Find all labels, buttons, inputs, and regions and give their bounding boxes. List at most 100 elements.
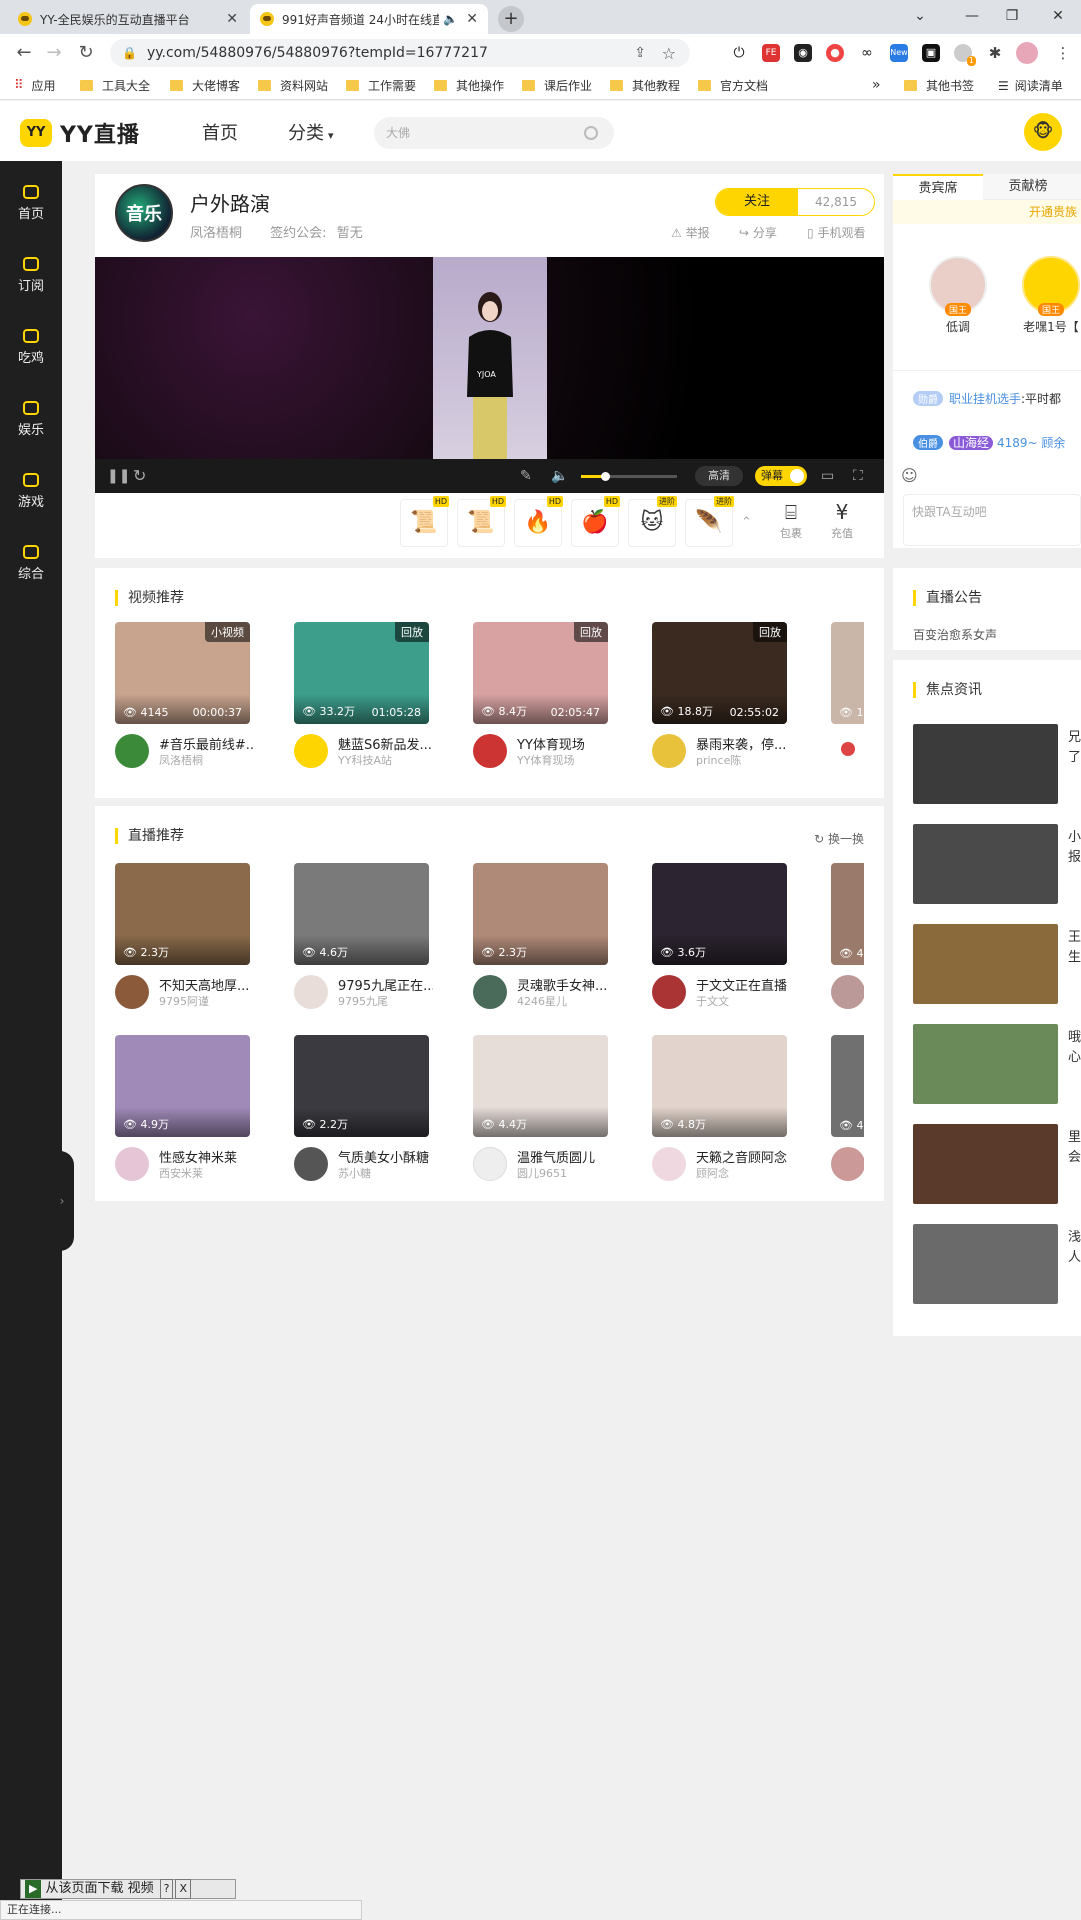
- profile-avatar[interactable]: [1016, 42, 1038, 64]
- live-card[interactable]: 👁 4.4万 温雅气质圆儿 圆儿9651: [473, 1035, 608, 1181]
- live-thumbnail[interactable]: 👁 3.6万: [652, 863, 787, 965]
- new-tab-button[interactable]: +: [498, 6, 524, 32]
- streamer-avatar[interactable]: [473, 975, 507, 1009]
- sidebar-item-subscribe[interactable]: 订阅: [0, 257, 62, 294]
- gift-item[interactable]: 🐱 进阶: [628, 496, 677, 547]
- news-item[interactable]: 王生: [913, 924, 1081, 1006]
- streamer-avatar[interactable]: [115, 975, 149, 1009]
- video-card[interactable]: 回放 👁 33.2万 01:05:28 魅蓝S6新品发... YY科技A站: [294, 622, 432, 768]
- video-title[interactable]: #音乐最前线#...: [159, 734, 254, 753]
- live-thumbnail[interactable]: 👁 4.8万: [652, 1035, 787, 1137]
- bookmark-folder[interactable]: 其他教程: [610, 77, 680, 94]
- sidebar-item-general[interactable]: 综合: [0, 545, 62, 582]
- live-card[interactable]: 👁 4.8万 天籁之音顾阿念 顾阿念: [652, 1035, 787, 1181]
- volume-knob[interactable]: [601, 472, 610, 481]
- back-icon[interactable]: ←: [12, 42, 36, 63]
- video-card[interactable]: 小视频 👁 4145 00:00:37 #音乐最前线#... 凤洛梧桐: [115, 622, 254, 768]
- live-card[interactable]: 👁 4.9万 性感女神米莱 西安米莱: [115, 1035, 250, 1181]
- refresh-button[interactable]: ↻ 换一换: [814, 830, 864, 847]
- speaker-icon[interactable]: 🔈: [443, 12, 458, 26]
- bookmark-folder[interactable]: 课后作业: [522, 77, 592, 94]
- lock-icon[interactable]: 🔒: [122, 46, 137, 60]
- apps-bookmark[interactable]: ⠿ 应用: [14, 77, 56, 94]
- download-label[interactable]: 从该页面下载 视频: [45, 1880, 153, 1898]
- video-thumbnail[interactable]: 回放 👁 33.2万 01:05:28: [294, 622, 429, 724]
- live-card-partial[interactable]: 👁 4.: [831, 1035, 864, 1181]
- live-card[interactable]: 👁 3.6万 于文文正在直播 于文文: [652, 863, 787, 1009]
- video-title[interactable]: YY体育现场: [517, 734, 612, 753]
- extensions-puzzle-icon[interactable]: ✱: [986, 44, 1004, 62]
- follow-button[interactable]: 关注 42,815: [715, 188, 875, 216]
- live-card[interactable]: 👁 2.3万 不知天高地厚... 9795阿谨: [115, 863, 250, 1009]
- vip-user[interactable]: 国王 低调: [923, 256, 993, 335]
- live-card[interactable]: 👁 2.3万 灵魂歌手女神... 4246星儿: [473, 863, 608, 1009]
- video-card-partial[interactable]: 👁 1.: [831, 622, 864, 768]
- room-owner[interactable]: 凤洛梧桐: [190, 226, 242, 241]
- live-title[interactable]: 不知天高地厚...: [159, 975, 254, 994]
- volume-icon[interactable]: 🔈: [551, 468, 568, 484]
- video-player[interactable]: YJOA ❚❚ ↻ ✎ 🔈 高清 弹幕 ▭ ⛶: [95, 257, 884, 493]
- danmu-toggle[interactable]: 弹幕: [755, 466, 807, 486]
- video-card[interactable]: 回放 👁 18.8万 02:55:02 暴雨来袭，停... prince陈: [652, 622, 787, 768]
- video-thumbnail[interactable]: 回放 👁 18.8万 02:55:02: [652, 622, 787, 724]
- chat-input[interactable]: 快跟TA互动吧: [903, 494, 1081, 546]
- pause-icon[interactable]: ❚❚: [107, 468, 130, 484]
- share-button[interactable]: ↪ 分享: [739, 224, 777, 241]
- gift-item[interactable]: 🪶 进阶: [685, 496, 734, 547]
- chevron-up-icon[interactable]: ⌃: [741, 515, 752, 530]
- play-download-icon[interactable]: ▶: [25, 1880, 42, 1898]
- author-avatar[interactable]: [115, 734, 149, 768]
- live-title[interactable]: 气质美女小酥糖: [338, 1147, 433, 1166]
- share-page-icon[interactable]: ⇪: [634, 45, 646, 61]
- badge-extension-icon[interactable]: 1: [954, 44, 976, 66]
- bookmark-folder[interactable]: 工具大全: [80, 77, 150, 94]
- nav-home[interactable]: 首页: [202, 119, 238, 145]
- sidebar-collapse-handle[interactable]: ›: [50, 1151, 74, 1251]
- yy-logo[interactable]: YY YY直播: [20, 117, 140, 149]
- live-title[interactable]: 9795九尾正在...: [338, 975, 433, 994]
- live-title[interactable]: 天籁之音顾阿念: [696, 1147, 791, 1166]
- bookmark-folder[interactable]: 工作需要: [346, 77, 416, 94]
- live-thumbnail[interactable]: 👁 4.: [831, 863, 864, 965]
- streamer-avatar[interactable]: [652, 1147, 686, 1181]
- streamer-avatar[interactable]: [831, 975, 864, 1009]
- live-thumbnail[interactable]: 👁 2.2万: [294, 1035, 429, 1137]
- power-extension-icon[interactable]: ⏻: [730, 44, 748, 62]
- live-card[interactable]: 👁 2.2万 气质美女小酥糖 苏小糖: [294, 1035, 429, 1181]
- search-icon[interactable]: [584, 126, 598, 140]
- live-title[interactable]: 于文文正在直播: [696, 975, 791, 994]
- video-thumbnail[interactable]: 小视频 👁 4145 00:00:37: [115, 622, 250, 724]
- news-item[interactable]: 兄了: [913, 724, 1081, 806]
- help-button[interactable]: ?: [159, 1879, 174, 1899]
- package-button[interactable]: ⌸ 包裹: [773, 499, 809, 541]
- video-thumbnail[interactable]: 回放 👁 8.4万 02:05:47: [473, 622, 608, 724]
- streamer-avatar[interactable]: [473, 1147, 507, 1181]
- sidebar-item-games[interactable]: 游戏: [0, 473, 62, 510]
- author-avatar[interactable]: [294, 734, 328, 768]
- bookmark-star-icon[interactable]: ☆: [662, 44, 676, 63]
- video-card[interactable]: 回放 👁 8.4万 02:05:47 YY体育现场 YY体育现场: [473, 622, 608, 768]
- author-avatar[interactable]: [652, 734, 686, 768]
- streamer-avatar[interactable]: [831, 1147, 864, 1181]
- bookmark-folder[interactable]: 其他操作: [434, 77, 504, 94]
- live-card-partial[interactable]: 👁 4.: [831, 863, 864, 1009]
- browser-tab-active[interactable]: 991好声音频道 24小时在线直播 🔈 ✕: [250, 4, 488, 34]
- browser-tab[interactable]: YY-全民娱乐的互动直播平台 ✕: [8, 4, 248, 34]
- gift-item[interactable]: 📜 HD: [400, 496, 449, 547]
- live-card[interactable]: 👁 4.6万 9795九尾正在... 9795九尾: [294, 863, 433, 1009]
- forward-icon[interactable]: →: [42, 42, 66, 63]
- live-thumbnail[interactable]: 👁 4.4万: [473, 1035, 608, 1137]
- live-thumbnail[interactable]: 👁 2.3万: [115, 863, 250, 965]
- volume-slider[interactable]: [581, 472, 677, 481]
- glasses-extension-icon[interactable]: ◉: [794, 44, 812, 62]
- search-input[interactable]: 大佛: [374, 117, 614, 149]
- streamer-avatar[interactable]: [652, 975, 686, 1009]
- room-avatar[interactable]: 音乐991: [115, 184, 173, 283]
- tomato-extension-icon[interactable]: ●: [826, 44, 844, 62]
- video-title[interactable]: 魅蓝S6新品发...: [338, 734, 433, 753]
- nav-category[interactable]: 分类 ▾: [288, 119, 334, 145]
- live-title[interactable]: 性感女神米莱: [159, 1147, 254, 1166]
- user-avatar[interactable]: 🐵: [1024, 113, 1062, 151]
- video-thumbnail[interactable]: 👁 1.: [831, 622, 864, 724]
- bag-extension-icon[interactable]: ▣: [922, 44, 940, 62]
